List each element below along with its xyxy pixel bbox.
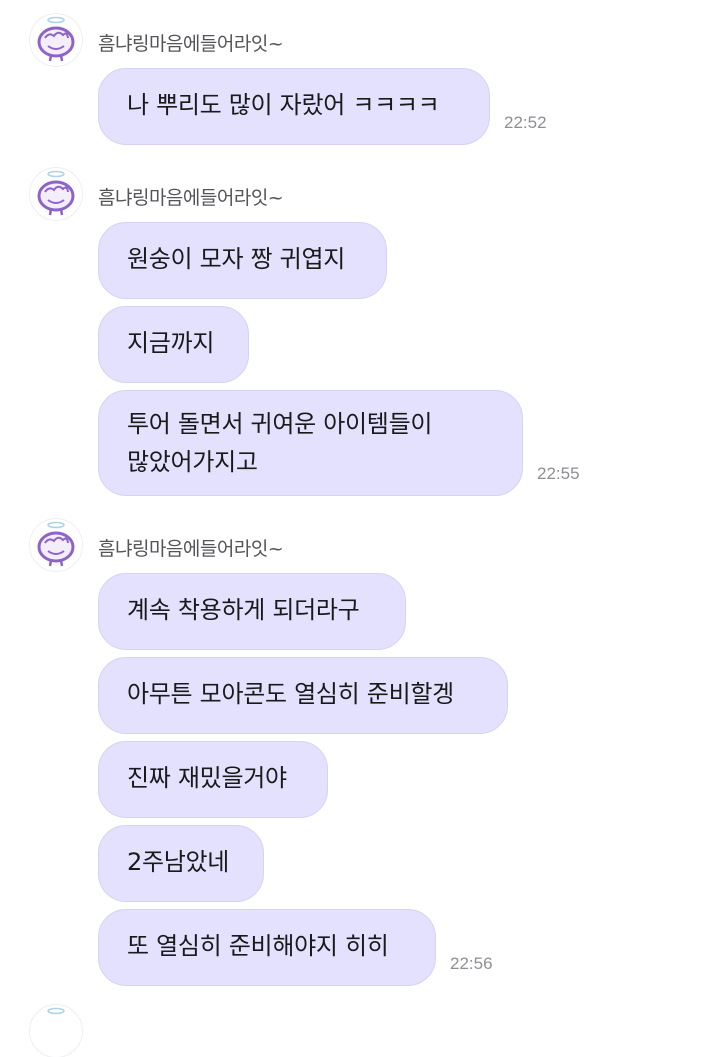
avatar[interactable] bbox=[30, 168, 82, 220]
message-timestamp: 22:55 bbox=[537, 464, 580, 483]
message-bubble[interactable]: 또 열심히 준비해야지 히히 bbox=[98, 909, 436, 986]
message-bubble[interactable]: 2주남았네 bbox=[98, 825, 264, 902]
message-bubble[interactable]: 나 뿌리도 많이 자랐어 ㅋㅋㅋㅋ bbox=[98, 68, 490, 145]
avatar[interactable] bbox=[30, 1005, 82, 1057]
avatar[interactable] bbox=[30, 14, 82, 66]
cartoon-face-avatar-icon bbox=[37, 170, 75, 216]
message-bubble[interactable]: 원숭이 모자 짱 귀엽지 bbox=[98, 222, 387, 299]
cartoon-face-avatar-icon bbox=[47, 1007, 65, 1015]
cartoon-face-avatar-icon bbox=[37, 521, 75, 567]
message-timestamp: 22:52 bbox=[504, 113, 547, 132]
message-bubble[interactable]: 투어 돌면서 귀여운 아이템들이 많았어가지고 bbox=[98, 390, 523, 496]
sender-name: 흠냐링마음에들어라잇~ bbox=[98, 33, 284, 55]
cartoon-face-avatar-icon bbox=[37, 16, 75, 62]
message-timestamp: 22:56 bbox=[450, 954, 493, 973]
message-bubble[interactable]: 지금까지 bbox=[98, 306, 249, 383]
avatar[interactable] bbox=[30, 519, 82, 571]
message-bubble[interactable]: 아무튼 모아콘도 열심히 준비할겡 bbox=[98, 657, 508, 734]
message-line: 많았어가지고 bbox=[127, 448, 258, 476]
message-bubble[interactable]: 계속 착용하게 되더라구 bbox=[98, 573, 406, 650]
message-bubble[interactable]: 진짜 재밌을거야 bbox=[98, 741, 328, 818]
message-line: 투어 돌면서 귀여운 아이템들이 bbox=[127, 410, 433, 438]
sender-name: 흠냐링마음에들어라잇~ bbox=[98, 538, 284, 560]
sender-name: 흠냐링마음에들어라잇~ bbox=[98, 187, 284, 209]
